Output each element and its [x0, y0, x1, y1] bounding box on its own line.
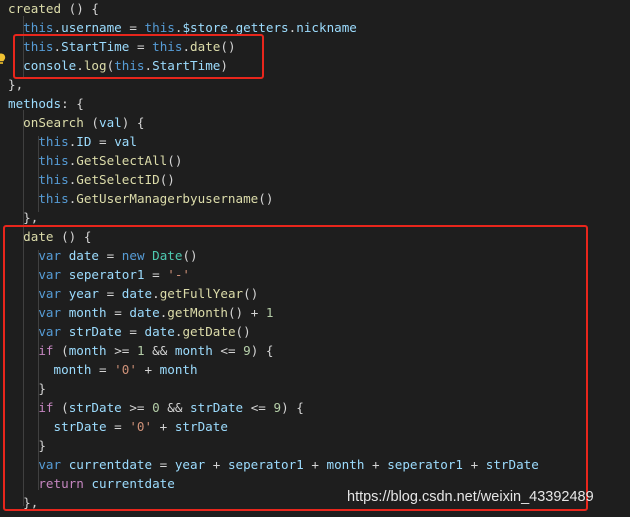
code-token: =: [91, 134, 115, 149]
code-token: () {: [61, 1, 99, 16]
code-token: (): [159, 172, 175, 187]
code-token: this: [38, 172, 69, 187]
watermark-text: https://blog.csdn.net/weixin_43392489: [347, 489, 594, 505]
code-token: ID: [76, 134, 92, 149]
code-token: GetUserManagerbyusername: [76, 191, 259, 206]
code-token: =: [121, 20, 145, 35]
code-token: },: [8, 77, 24, 92]
code-token: this: [38, 153, 69, 168]
lightbulb-icon[interactable]: [0, 53, 6, 65]
code-token: $store: [182, 20, 228, 35]
code-token: nickname: [296, 20, 357, 35]
code-token: },: [23, 210, 39, 225]
code-token: methods: [8, 96, 62, 111]
code-token: this: [38, 134, 69, 149]
code-token: GetSelectAll: [76, 153, 168, 168]
highlight-box-created: [13, 34, 264, 79]
code-line[interactable]: this.GetUserManagerbyusername(): [8, 189, 273, 208]
code-line[interactable]: this.GetSelectID(): [8, 170, 175, 189]
code-token: getters: [235, 20, 289, 35]
code-token: .: [53, 20, 62, 35]
code-token: this: [23, 20, 54, 35]
code-token: val: [99, 115, 122, 130]
code-token: this: [38, 191, 69, 206]
code-line[interactable]: this.ID = val: [8, 132, 137, 151]
code-token: (: [83, 115, 100, 130]
code-token: : {: [61, 96, 84, 111]
code-line[interactable]: created () {: [8, 0, 99, 18]
code-line[interactable]: onSearch (val) {: [8, 113, 145, 132]
highlight-box-date-method: [3, 225, 588, 511]
code-token: username: [61, 20, 122, 35]
code-token: .: [227, 20, 236, 35]
code-line[interactable]: this.GetSelectAll(): [8, 151, 182, 170]
code-token: ) {: [121, 115, 145, 130]
code-editor[interactable]: created () { this.username = this.$store…: [0, 0, 630, 517]
code-token: this: [144, 20, 175, 35]
code-token: onSearch: [23, 115, 84, 130]
code-token: val: [114, 134, 137, 149]
code-line[interactable]: methods: {: [8, 94, 84, 113]
code-token: (): [167, 153, 183, 168]
code-token: GetSelectID: [76, 172, 160, 187]
code-token: (): [258, 191, 274, 206]
code-token: created: [8, 1, 62, 16]
